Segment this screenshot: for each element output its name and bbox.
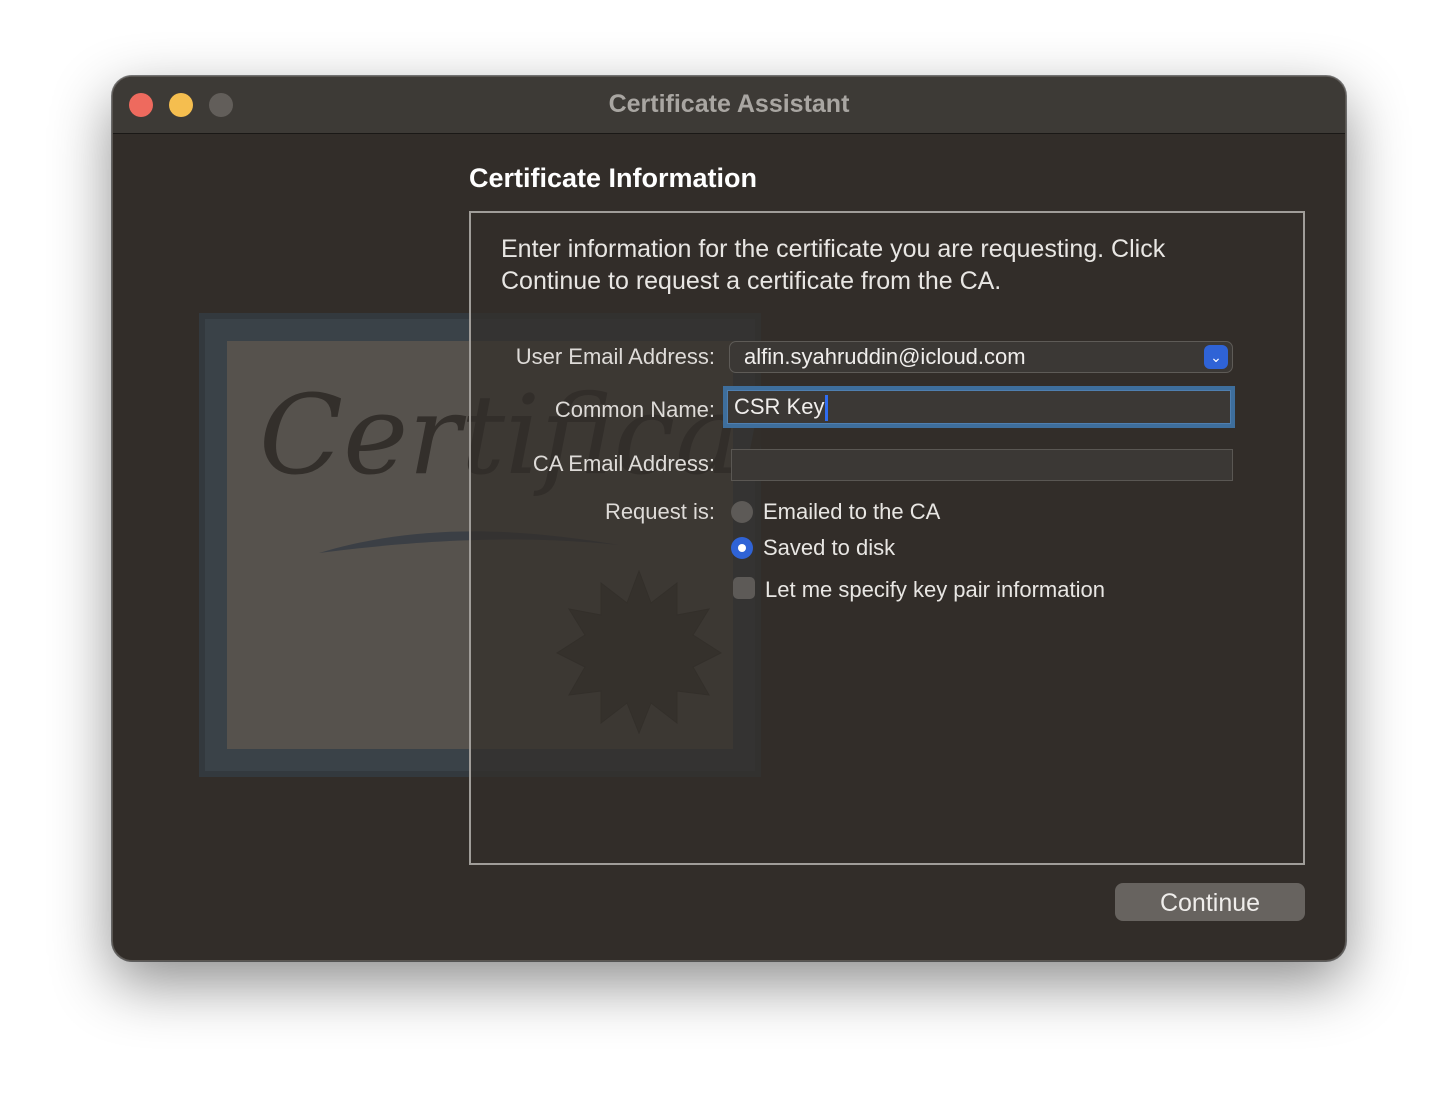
section-title: Certificate Information [469, 163, 758, 193]
key-pair-checkbox[interactable] [733, 577, 755, 599]
ca-email-input[interactable] [731, 449, 1233, 481]
chevron-down-icon[interactable]: ⌄ [1204, 345, 1228, 369]
title-bar: Certificate Assistant [113, 77, 1345, 134]
key-pair-label[interactable]: Let me specify key pair information [765, 577, 1105, 603]
common-name-label: Common Name: [554, 397, 715, 422]
user-email-value: alfin.syahruddin@icloud.com [744, 344, 1026, 369]
user-email-label: User Email Address: [515, 344, 715, 369]
ca-email-label: CA Email Address: [532, 451, 715, 476]
radio-emailed-to-ca[interactable] [731, 501, 753, 523]
description-text: Enter information for the certificate yo… [501, 235, 1166, 295]
certificate-assistant-window: Certificate Assistant Certificate Certif… [112, 76, 1346, 961]
radio-saved-to-disk[interactable] [731, 537, 753, 559]
user-email-popup[interactable]: alfin.syahruddin@icloud.com ⌄ [729, 341, 1233, 373]
window-title: Certificate Assistant [608, 90, 850, 118]
option-saved-label[interactable]: Saved to disk [763, 535, 895, 561]
text-caret [825, 395, 829, 422]
request-is-label: Request is: [604, 499, 715, 524]
info-panel: Enter information for the certificate yo… [469, 211, 1305, 865]
common-name-value: CSR Key [734, 394, 825, 419]
continue-button[interactable]: Continue [1115, 883, 1305, 921]
common-name-input[interactable]: CSR Key [727, 390, 1231, 424]
option-emailed-label[interactable]: Emailed to the CA [763, 499, 940, 525]
